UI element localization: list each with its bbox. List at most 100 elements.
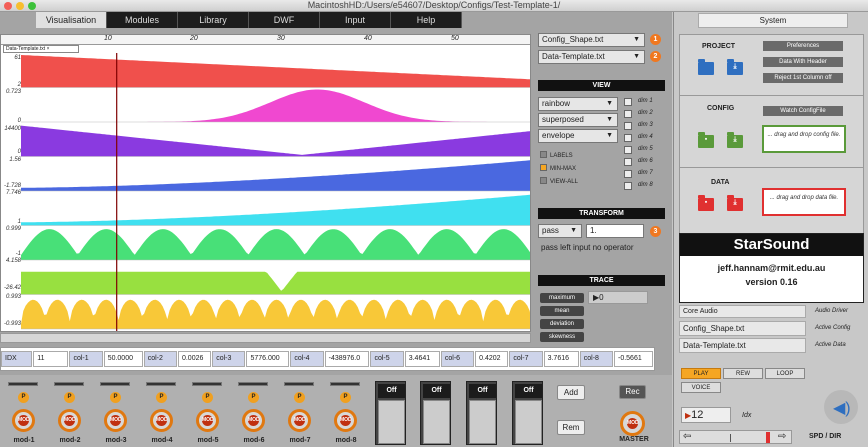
data-file-select[interactable]: Data-Template.txt ▼ [538, 50, 645, 64]
dim-checkbox[interactable] [624, 170, 632, 178]
config-drop-zone[interactable]: ... drag and drop config file. [762, 125, 846, 153]
mod-knob[interactable]: MOD [150, 409, 173, 432]
dim-checkbox[interactable] [624, 110, 632, 118]
off-toggle[interactable]: Off [420, 381, 451, 445]
p-button[interactable]: P [248, 392, 259, 403]
p-button[interactable]: P [340, 392, 351, 403]
knob-label: MOD [110, 415, 122, 426]
add-button[interactable]: Add [557, 385, 585, 400]
p-button[interactable]: P [18, 392, 29, 403]
download-icon[interactable]: ⤓ [727, 59, 743, 75]
knob-label: MOD [294, 415, 306, 426]
envelope-dim7 [21, 271, 530, 295]
config-file-select[interactable]: Config_Shape.txt ▼ [538, 33, 645, 47]
trace-header: TRACE [538, 275, 665, 286]
dim-label: dim 6 [638, 158, 653, 164]
p-button[interactable]: P [294, 392, 305, 403]
dim-checkbox[interactable] [624, 158, 632, 166]
transform-value-input[interactable]: 1. [586, 224, 644, 238]
index-number-box[interactable]: ▶12 [681, 407, 731, 423]
dim-checkbox[interactable] [624, 146, 632, 154]
trace-skewness-button[interactable]: skewness [540, 332, 584, 342]
viewall-option[interactable]: VIEW-ALL [540, 177, 578, 185]
horizontal-scrollbar[interactable] [0, 333, 531, 343]
trace-mean-button[interactable]: mean [540, 306, 584, 316]
minimize-window-icon[interactable] [16, 2, 24, 10]
toggle-pad[interactable] [378, 400, 405, 444]
config-download-icon[interactable]: ⤓ [727, 132, 743, 148]
p-button[interactable]: P [156, 392, 167, 403]
config-folder-icon[interactable]: ▪ [698, 132, 714, 148]
p-button[interactable]: P [64, 392, 75, 403]
tab-visualisation[interactable]: Visualisation [36, 12, 107, 28]
version-label: version 0.16 [745, 277, 798, 287]
dim-label: dim 2 [638, 110, 653, 116]
toggle-label: Off [423, 384, 450, 398]
record-button[interactable]: Rec [619, 385, 646, 399]
p-button[interactable]: P [202, 392, 213, 403]
voice-button[interactable]: VOICE [681, 382, 721, 393]
mod-knob[interactable]: MOD [242, 409, 265, 432]
mod-label: mod-6 [243, 437, 265, 444]
tab-input[interactable]: Input [320, 12, 391, 28]
toggle-pad[interactable] [423, 400, 450, 444]
colormap-select[interactable]: rainbow ▼ [538, 97, 618, 111]
y-label: 14400 [4, 126, 21, 132]
speaker-button[interactable]: ◀) [824, 390, 858, 424]
tab-dwf[interactable]: DWF [249, 12, 320, 28]
preferences-button[interactable]: Preferences [763, 41, 843, 51]
loop-button[interactable]: LOOP [765, 368, 805, 379]
data-drop-zone[interactable]: ... drag and drop data file. [762, 188, 846, 216]
tab-library[interactable]: Library [178, 12, 249, 28]
master-knob[interactable]: MOD [620, 411, 645, 436]
slider-handle[interactable] [766, 432, 770, 443]
dim-checkbox[interactable] [624, 182, 632, 190]
trace-deviation-button[interactable]: deviation [540, 319, 584, 329]
col-value: -438976.0 [324, 351, 370, 367]
tab-modules[interactable]: Modules [107, 12, 178, 28]
rewind-button[interactable]: REW [723, 368, 763, 379]
data-with-header-button[interactable]: Data With Header [763, 57, 843, 67]
mod-knob[interactable]: MOD [58, 409, 81, 432]
tab-help[interactable]: Help [391, 12, 462, 28]
col-value: 5776.000 [246, 351, 290, 367]
mod-knob[interactable]: MOD [196, 409, 219, 432]
zoom-window-icon[interactable] [28, 2, 36, 10]
dim-checkbox[interactable] [624, 98, 632, 106]
minmax-checkbox[interactable] [540, 164, 547, 171]
mode-select[interactable]: superposed ▼ [538, 113, 618, 127]
dim-checkbox[interactable] [624, 134, 632, 142]
mod-knob[interactable]: MOD [12, 409, 35, 432]
remove-button[interactable]: Rem [557, 420, 585, 435]
trace-maximum-button[interactable]: maximum [540, 293, 584, 303]
labels-option[interactable]: LABELS [540, 151, 573, 159]
folder-icon[interactable] [698, 59, 714, 75]
plot-area[interactable]: 10 20 30 40 50 Data-Template.txt × 61 2 … [0, 34, 531, 332]
mod-knob[interactable]: MOD [104, 409, 127, 432]
off-toggle[interactable]: Off [375, 381, 406, 445]
p-button[interactable]: P [110, 392, 121, 403]
labels-checkbox[interactable] [540, 151, 547, 158]
mod-knob[interactable]: MOD [288, 409, 311, 432]
toggle-pad[interactable] [469, 400, 496, 444]
reject-first-column-button[interactable]: Reject 1st Column off [763, 73, 843, 83]
minmax-option[interactable]: MIN-MAX [540, 164, 576, 172]
idx-label: IDX [1, 351, 33, 367]
data-download-icon[interactable]: ⤓ [727, 195, 743, 211]
mod-knob[interactable]: MOD [334, 409, 357, 432]
view-header: VIEW [538, 80, 665, 91]
off-toggle[interactable]: Off [466, 381, 497, 445]
dim-checkbox[interactable] [624, 122, 632, 130]
viewall-checkbox[interactable] [540, 177, 547, 184]
close-window-icon[interactable] [4, 2, 12, 10]
toggle-pad[interactable] [515, 400, 542, 444]
speed-direction-slider[interactable]: ⇦ ⇨ [679, 430, 792, 444]
step-badge: 1 [650, 34, 661, 45]
audio-driver-field[interactable]: Core Audio [679, 305, 806, 318]
off-toggle[interactable]: Off [512, 381, 543, 445]
play-button[interactable]: PLAY [681, 368, 721, 379]
watch-config-button[interactable]: Watch ConfigFile [763, 106, 843, 116]
style-select[interactable]: envelope ▼ [538, 129, 618, 143]
data-folder-icon[interactable]: ▪ [698, 195, 714, 211]
transform-op-select[interactable]: pass ▼ [538, 224, 582, 238]
